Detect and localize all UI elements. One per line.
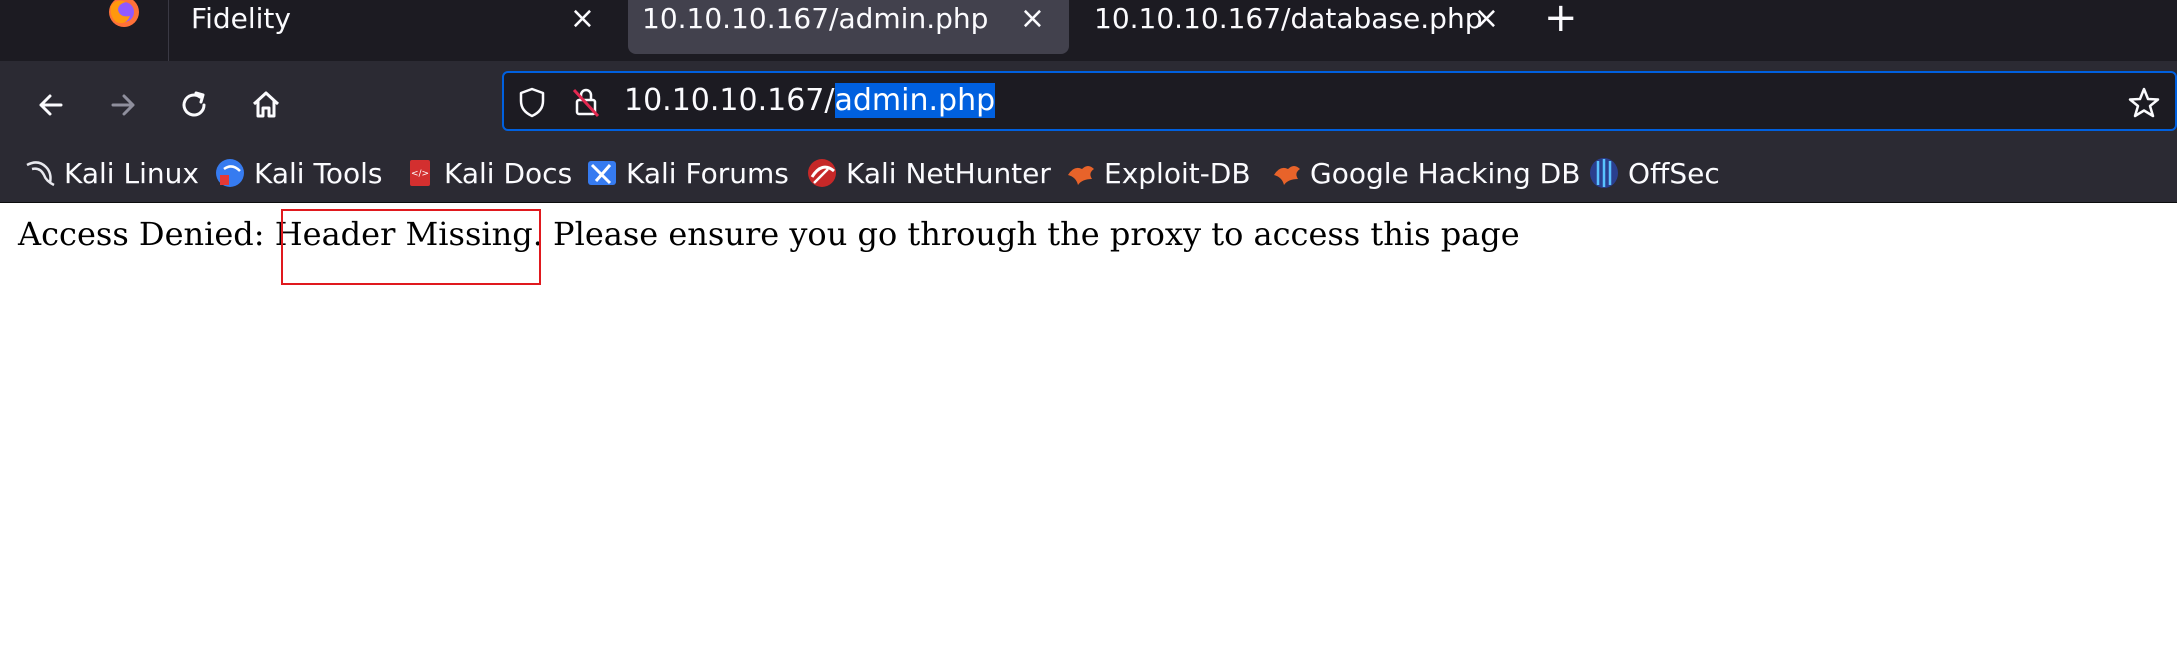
url-text[interactable]: 10.10.10.167/admin.php <box>624 83 996 118</box>
tab-label: Fidelity <box>191 2 291 35</box>
firefox-icon <box>109 0 139 27</box>
bookmark-label: Kali Tools <box>254 156 383 190</box>
svg-text:</>: </> <box>411 169 429 179</box>
access-denied-message: Access Denied: Header Missing. Please en… <box>18 215 1520 253</box>
bookmark-kali-linux[interactable]: Kali Linux <box>24 155 199 191</box>
exploit-db-icon <box>1068 166 1094 185</box>
ghdb-icon <box>1274 166 1300 185</box>
firefox-view-button[interactable] <box>0 0 169 61</box>
tab-label: 10.10.10.167/database.php <box>1094 2 1483 35</box>
offsec-icon <box>1590 158 1618 188</box>
kali-forums-icon <box>588 161 616 185</box>
bookmark-offsec[interactable]: OffSec <box>1588 155 1720 191</box>
tab-database-php[interactable]: 10.10.10.167/database.php × <box>1074 0 1519 54</box>
back-icon[interactable] <box>31 85 71 125</box>
url-prefix: 10.10.10.167/ <box>624 83 835 118</box>
bookmark-label: Google Hacking DB <box>1310 156 1581 190</box>
bookmark-google-hacking-db[interactable]: Google Hacking DB <box>1270 155 1580 191</box>
bookmark-kali-nethunter[interactable]: Kali NetHunter <box>806 155 1051 191</box>
kali-nethunter-icon <box>808 159 836 187</box>
home-icon[interactable] <box>246 85 286 125</box>
bookmark-label: Kali Forums <box>626 156 789 190</box>
insecure-lock-icon[interactable] <box>570 86 602 118</box>
annotation-highlight-box <box>281 209 541 285</box>
close-tab-icon[interactable]: × <box>570 2 595 36</box>
bookmark-label: Kali NetHunter <box>846 156 1051 190</box>
bookmark-label: Kali Docs <box>444 156 573 190</box>
url-selected-text: admin.php <box>834 83 996 118</box>
bookmarks-toolbar: Kali Linux Kali Tools </> Kali Docs Kali… <box>0 145 2177 203</box>
reload-icon[interactable] <box>174 85 214 125</box>
page-content: Access Denied: Header Missing. Please en… <box>0 203 2177 652</box>
bookmark-label: OffSec <box>1628 156 1720 190</box>
tracking-shield-icon[interactable] <box>516 86 548 118</box>
bookmark-kali-tools[interactable]: Kali Tools <box>214 155 382 191</box>
tab-label: 10.10.10.167/admin.php <box>642 2 989 35</box>
tab-strip: Fidelity × 10.10.10.167/admin.php × 10.1… <box>0 0 2177 61</box>
close-tab-icon[interactable]: × <box>1020 2 1045 36</box>
bookmark-exploit-db[interactable]: Exploit-DB <box>1064 155 1251 191</box>
bookmark-label: Exploit-DB <box>1104 156 1251 190</box>
navigation-toolbar: 10.10.10.167/admin.php <box>0 61 2177 145</box>
kali-docs-icon: </> <box>410 160 430 186</box>
new-tab-button[interactable]: + <box>1544 0 1578 38</box>
url-bar[interactable]: 10.10.10.167/admin.php <box>502 71 2177 131</box>
bookmark-kali-docs[interactable]: </> Kali Docs <box>404 155 572 191</box>
forward-icon[interactable] <box>103 85 143 125</box>
bookmark-kali-forums[interactable]: Kali Forums <box>586 155 789 191</box>
tab-admin-php[interactable]: 10.10.10.167/admin.php × <box>628 0 1069 54</box>
tab-fidelity[interactable]: Fidelity × <box>169 0 619 54</box>
bookmark-label: Kali Linux <box>64 156 199 190</box>
kali-dragon-icon <box>26 161 55 187</box>
kali-tools-icon <box>216 159 244 187</box>
bookmark-star-icon[interactable] <box>2127 86 2161 120</box>
close-tab-icon[interactable]: × <box>1474 2 1499 36</box>
